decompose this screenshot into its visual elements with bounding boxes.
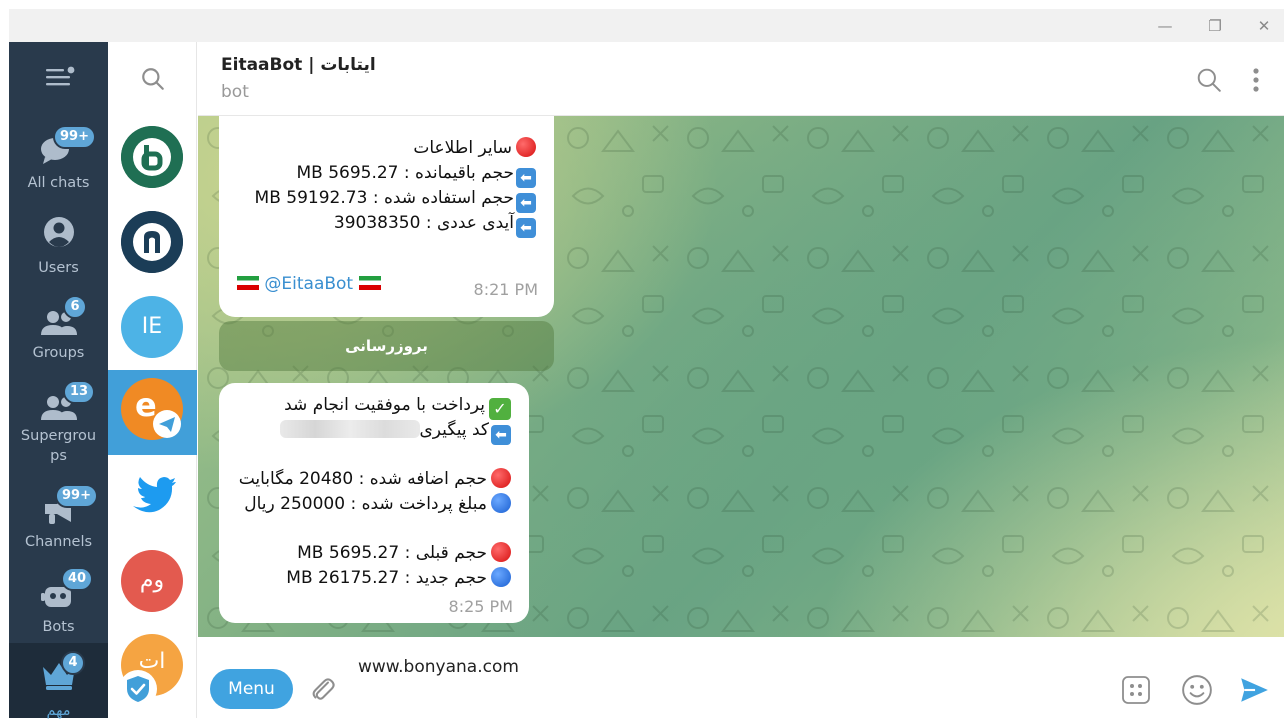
message-input[interactable]: www.bonyana.com	[358, 657, 519, 677]
folder-label-line2: ps	[50, 448, 67, 464]
chat-avatar[interactable]: وم	[121, 550, 183, 612]
redacted-tracking-code	[279, 420, 420, 438]
message-line: ⬅کد پیگیری	[272, 418, 511, 445]
folder-all-chats[interactable]: 99+ All chats	[9, 119, 108, 199]
folder-bots[interactable]: 40 Bots	[9, 565, 108, 645]
channel-logo-icon	[121, 211, 183, 273]
window-titlebar: — ❐ ✕	[9, 9, 1284, 42]
message-bubble[interactable]: ✓پرداخت با موفقیت انجام شد ⬅کد پیگیری حج…	[219, 383, 529, 623]
twitter-bird-icon	[133, 477, 176, 513]
folder-badge: 6	[63, 295, 87, 319]
message-line: حجم قبلی : 5695.27 MB	[297, 541, 511, 565]
iran-flag-icon	[358, 276, 381, 290]
red-circle-icon	[516, 137, 536, 157]
blue-circle-icon	[491, 567, 511, 587]
restore-button[interactable]: ❐	[1202, 15, 1228, 37]
message-line: ⬅آیدی عددی : 39038350	[334, 211, 536, 238]
message-line: مبلغ پرداخت شده : 250000 ریال	[244, 492, 511, 516]
svg-text:e: e	[135, 386, 157, 424]
folder-badge: 40	[61, 567, 94, 591]
menu-icon	[46, 66, 75, 86]
message-line: حجم جدید : 26175.27 MB	[286, 566, 511, 590]
red-circle-icon	[491, 542, 511, 562]
chat-avatar[interactable]	[121, 466, 183, 528]
folder-users[interactable]: Users	[9, 204, 108, 284]
search-icon[interactable]	[140, 66, 166, 92]
iran-flag-icon	[237, 276, 259, 290]
user-icon	[44, 217, 74, 247]
folder-channels[interactable]: 99+ Channels	[9, 480, 108, 560]
bot-menu-button[interactable]: Menu	[210, 669, 293, 709]
red-circle-icon	[491, 468, 511, 488]
folder-label: Groups	[32, 345, 85, 361]
chat-avatar[interactable]	[121, 211, 183, 273]
left-arrow-icon: ⬅	[491, 425, 511, 445]
message-line: حجم اضافه شده : 20480 مگابایت	[239, 467, 511, 491]
bonyana-logo-icon	[121, 126, 183, 188]
folder-sidebar: 99+ All chats Users 6 Groups 13 Supergro…	[9, 42, 108, 719]
chat-avatar[interactable]	[121, 126, 183, 188]
more-options-icon[interactable]	[1252, 67, 1260, 93]
verified-shield-icon	[119, 670, 157, 708]
chat-subtitle: bot	[221, 82, 249, 102]
left-arrow-icon: ⬅	[516, 168, 536, 188]
chat-header: EitaaBot | ایتابات bot	[198, 42, 1284, 116]
emoji-icon[interactable]	[1181, 674, 1213, 706]
chat-list: IE e وم ات	[108, 42, 197, 718]
message-line: ⬅حجم باقیمانده : 5695.27 MB	[296, 161, 536, 188]
message-line: ⬅حجم استفاده شده : 59192.73 MB	[255, 186, 536, 213]
close-button[interactable]: ✕	[1251, 15, 1277, 37]
main-menu-button[interactable]	[9, 42, 108, 112]
folder-badge: 99+	[55, 484, 98, 508]
folder-label: All chats	[27, 175, 90, 191]
search-icon[interactable]	[1196, 67, 1222, 93]
left-arrow-icon: ⬅	[516, 218, 536, 238]
signature-link[interactable]: @EitaaBot	[237, 274, 381, 294]
folder-badge: 99+	[53, 125, 96, 149]
compose-bar: Menu www.bonyana.com	[198, 637, 1284, 718]
folder-label: Users	[38, 260, 79, 276]
bot-commands-icon[interactable]	[1121, 675, 1151, 705]
message-time: 8:21 PM	[473, 280, 538, 299]
folder-supergroups[interactable]: 13 Supergrou ps	[9, 374, 108, 469]
folder-groups[interactable]: 6 Groups	[9, 289, 108, 369]
folder-important[interactable]: 4 مهم	[9, 643, 108, 719]
minimize-button[interactable]: —	[1152, 15, 1178, 37]
left-arrow-icon: ⬅	[516, 193, 536, 213]
message-bubble[interactable]: سایر اطلاعات ⬅حجم باقیمانده : 5695.27 MB…	[219, 116, 554, 317]
message-time: 8:25 PM	[448, 597, 513, 616]
refresh-inline-button[interactable]: بروزرسانی	[219, 321, 554, 371]
folder-label: Channels	[24, 534, 93, 550]
message-line: سایر اطلاعات	[413, 136, 536, 160]
chat-title[interactable]: EitaaBot | ایتابات	[221, 55, 376, 75]
folder-label: Bots	[42, 619, 75, 635]
send-icon[interactable]	[1238, 674, 1270, 706]
chat-item-active[interactable]: e	[108, 370, 197, 455]
folder-badge: 13	[63, 380, 96, 404]
chat-avatar[interactable]: IE	[121, 296, 183, 358]
folder-label: مهم	[46, 703, 71, 719]
message-line: ✓پرداخت با موفقیت انجام شد	[284, 393, 511, 420]
blue-circle-icon	[491, 493, 511, 513]
check-mark-icon: ✓	[489, 398, 511, 420]
attach-icon[interactable]	[308, 675, 338, 705]
eitaa-logo-icon: e	[121, 378, 183, 440]
message-area[interactable]: سایر اطلاعات ⬅حجم باقیمانده : 5695.27 MB…	[198, 116, 1284, 637]
folder-label-line1: Supergrou	[20, 428, 97, 444]
folder-badge: 4	[61, 651, 85, 675]
